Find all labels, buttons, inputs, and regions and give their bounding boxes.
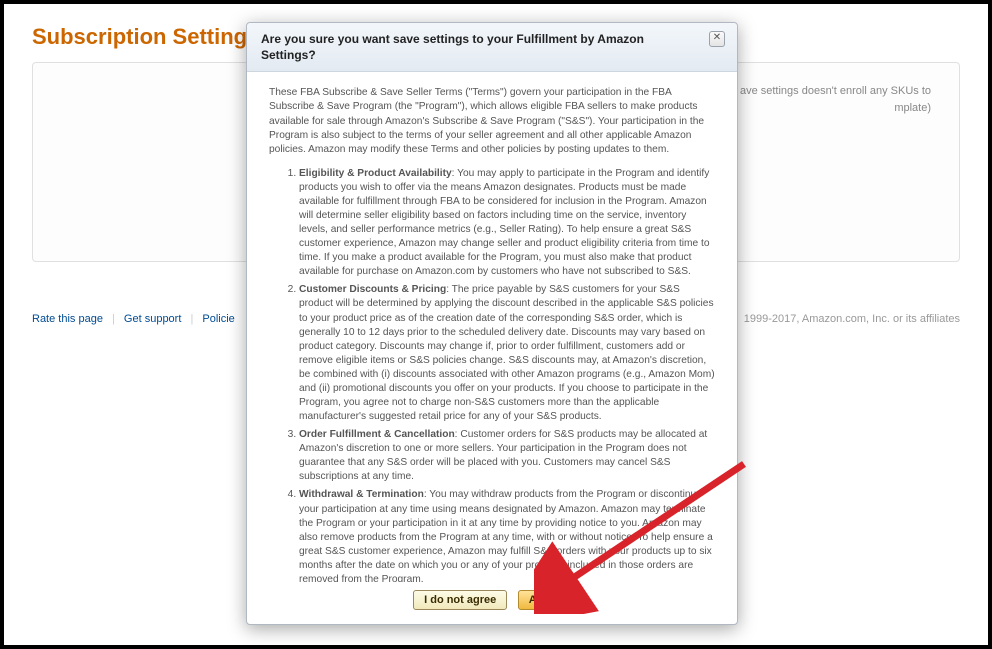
terms-item: Eligibility & Product Availability: You …	[299, 167, 715, 280]
confirm-settings-modal: Are you sure you want save settings to y…	[246, 22, 738, 625]
terms-list: Eligibility & Product Availability: You …	[269, 167, 715, 583]
term-title: Order Fulfillment & Cancellation	[299, 429, 455, 440]
modal-title: Are you sure you want save settings to y…	[261, 31, 681, 63]
term-body: : You may withdraw products from the Pro…	[299, 489, 713, 582]
rate-page-link[interactable]: Rate this page	[32, 313, 103, 325]
modal-body: These FBA Subscribe & Save Seller Terms …	[247, 72, 737, 582]
footer-copyright: 1999-2017, Amazon.com, Inc. or its affil…	[744, 313, 960, 325]
terms-item: Withdrawal & Termination: You may withdr…	[299, 488, 715, 582]
footer-separator: |	[112, 313, 115, 325]
term-title: Customer Discounts & Pricing	[299, 284, 446, 295]
terms-item: Customer Discounts & Pricing: The price …	[299, 283, 715, 424]
terms-item: Order Fulfillment & Cancellation: Custom…	[299, 428, 715, 484]
term-body: : You may apply to participate in the Pr…	[299, 168, 710, 278]
term-title: Eligibility & Product Availability	[299, 168, 452, 179]
footer-separator: |	[190, 313, 193, 325]
footer-links: Rate this page | Get support | Policie	[32, 313, 235, 325]
get-support-link[interactable]: Get support	[124, 313, 181, 325]
agree-button[interactable]: Agree	[518, 590, 571, 610]
terms-intro: These FBA Subscribe & Save Seller Terms …	[269, 86, 715, 156]
term-body: : The price payable by S&S customers for…	[299, 284, 715, 422]
disagree-button[interactable]: I do not agree	[413, 590, 507, 610]
close-button[interactable]: ✕	[709, 31, 725, 47]
policies-link[interactable]: Policie	[202, 313, 234, 325]
term-title: Withdrawal & Termination	[299, 489, 424, 500]
